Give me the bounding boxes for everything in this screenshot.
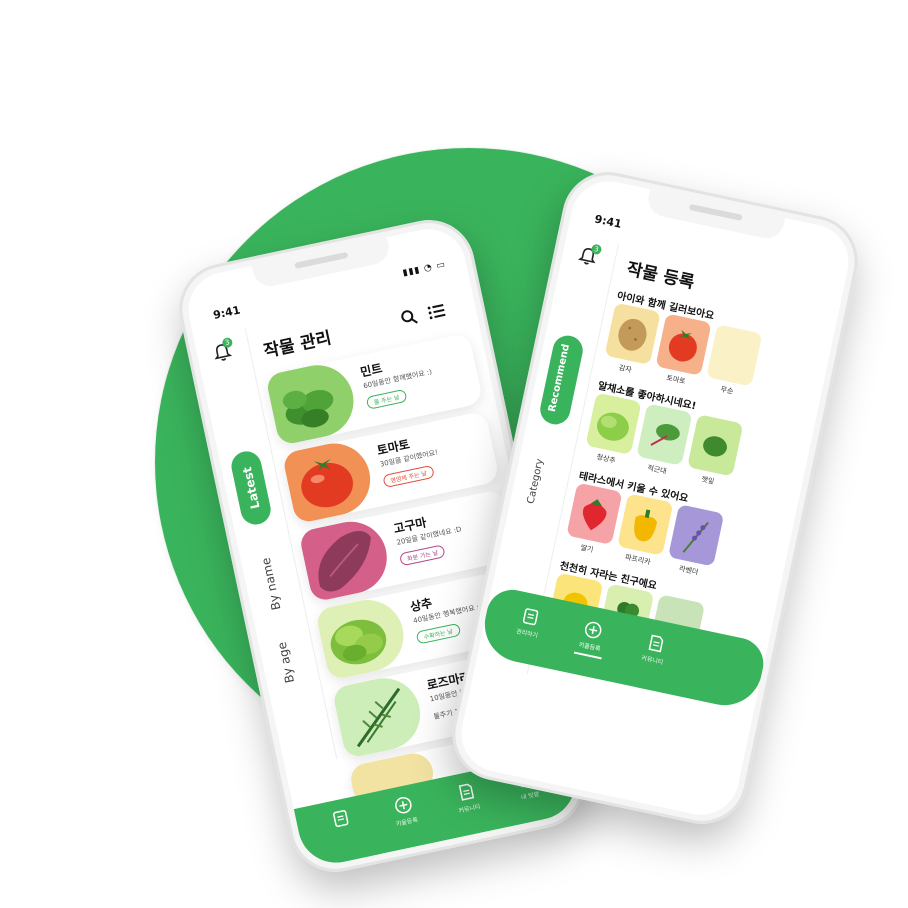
- crop-tile-green-lettuce[interactable]: [585, 392, 642, 455]
- crop-tag: 물 주는 날: [365, 388, 408, 410]
- tab-label: 내 텃밭: [520, 790, 541, 802]
- bell-icon[interactable]: 3: [209, 336, 235, 366]
- rail-category-label: Category: [525, 457, 546, 505]
- plus-circle-icon: [393, 795, 414, 816]
- status-time: 9:41: [212, 303, 242, 322]
- tab-register[interactable]: 키울등록: [380, 792, 429, 830]
- journal-icon: [520, 606, 541, 627]
- tab-label: 키울등록: [578, 641, 602, 653]
- crop-photo-lettuce: [314, 593, 411, 681]
- bell-icon[interactable]: 3: [575, 243, 603, 270]
- status-icons: ▮▮▮ ◔ ▭: [401, 259, 447, 279]
- tab-label: 키울등록: [395, 816, 419, 829]
- tab-label: 커뮤니티: [640, 654, 664, 667]
- crop-tile-paprika[interactable]: [617, 493, 674, 556]
- promo-scene: 9:41 ▮▮▮ ◔ ▭ 3 Latest By name By age 작물 …: [0, 0, 908, 908]
- document-icon: [455, 781, 476, 802]
- rail-recommend-label: Recommend: [546, 343, 573, 413]
- tab-community[interactable]: 커뮤니티: [443, 779, 492, 817]
- speaker: [688, 203, 743, 221]
- tab-manage[interactable]: [317, 805, 364, 835]
- tab-community[interactable]: 커뮤니티: [626, 629, 683, 669]
- list-filter-icon[interactable]: [426, 301, 447, 322]
- page-title: 작물 관리: [262, 328, 334, 363]
- sort-by-name-label: By name: [258, 556, 284, 612]
- tab-register-active[interactable]: 키울등록: [562, 616, 620, 662]
- crop-tile-lavender[interactable]: [668, 504, 725, 567]
- page-title: 작물 등록: [624, 259, 697, 294]
- rail-recommend-pill[interactable]: Recommend: [537, 332, 586, 428]
- tab-label: 관리하기: [515, 628, 539, 640]
- sort-latest-label: Latest: [240, 465, 263, 511]
- sort-latest-pill[interactable]: Latest: [228, 448, 274, 528]
- document-icon: [645, 633, 666, 654]
- tab-manage[interactable]: 관리하기: [501, 603, 558, 643]
- active-tab-indicator: [573, 651, 602, 660]
- crop-photo-sweet-potato: [298, 515, 394, 603]
- tab-label: 커뮤니티: [458, 803, 482, 815]
- crop-tile-potato[interactable]: [604, 302, 661, 365]
- crop-tile-tomato[interactable]: [655, 313, 712, 376]
- crop-photo-rosemary: [331, 671, 427, 760]
- crop-tile-chard[interactable]: [636, 403, 693, 466]
- sort-by-age-label: By age: [274, 640, 298, 685]
- crop-tile-perilla[interactable]: [687, 414, 744, 477]
- crop-tag: 수확하는 날: [415, 622, 461, 645]
- crop-photo-mint: [265, 358, 361, 447]
- crop-tile-strawberry[interactable]: [566, 482, 623, 545]
- notch: [645, 189, 786, 242]
- rail-category[interactable]: Category: [517, 440, 563, 524]
- crop-tag: 화분 가는 날: [398, 544, 447, 567]
- status-time: 9:41: [593, 212, 623, 231]
- plus-circle-icon: [583, 619, 604, 640]
- crop-tile-radish-sprout[interactable]: [706, 324, 763, 387]
- sort-by-age[interactable]: By age: [266, 625, 310, 700]
- speaker: [294, 251, 349, 269]
- crop-tag: 영양제 주는 날: [382, 464, 435, 489]
- search-icon[interactable]: [398, 307, 419, 328]
- sort-by-name[interactable]: By name: [249, 546, 293, 621]
- crop-photo-tomato: [281, 436, 377, 525]
- journal-icon: [330, 808, 351, 829]
